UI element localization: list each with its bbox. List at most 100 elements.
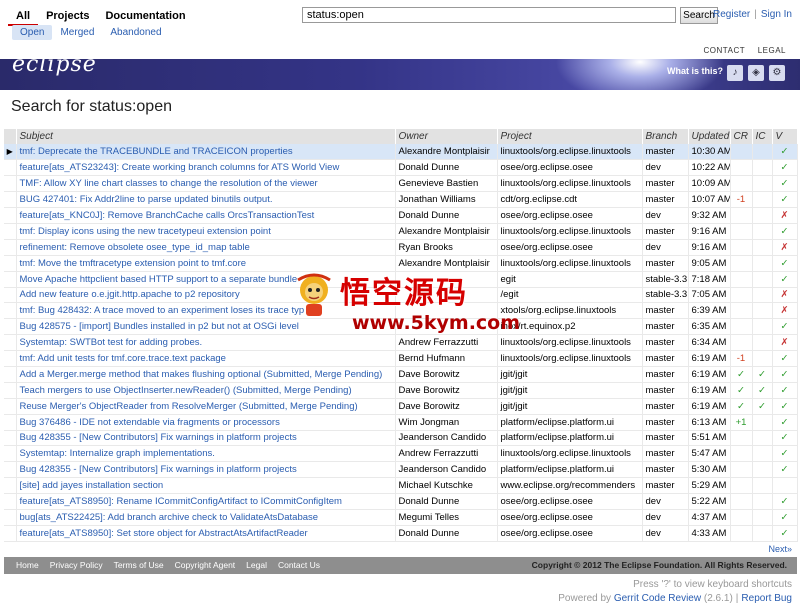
- tab-abandoned[interactable]: Abandoned: [102, 25, 169, 40]
- subject-cell[interactable]: Bug 428355 - [New Contributors] Fix warn…: [16, 430, 396, 447]
- tab-merged[interactable]: Merged: [52, 25, 102, 40]
- subject-cell[interactable]: feature[ats_ATS8950]: Set store object f…: [16, 525, 396, 542]
- owner-cell[interactable]: Ryan Brooks: [395, 239, 498, 256]
- tab-documentation[interactable]: Documentation: [97, 8, 193, 26]
- tab-projects[interactable]: Projects: [38, 8, 97, 26]
- footer-link-contact[interactable]: Contact Us: [278, 560, 320, 570]
- gear-icon[interactable]: ⚙: [769, 65, 785, 81]
- report-bug-link[interactable]: Report Bug: [741, 593, 792, 604]
- owner-cell[interactable]: Wim Jongman: [395, 414, 498, 431]
- project-cell[interactable]: osee/org.eclipse.osee: [497, 239, 643, 256]
- table-row[interactable]: feature[ats_ATS8950]: Set store object f…: [4, 525, 798, 542]
- subject-cell[interactable]: feature[ats_ATS23243]: Create working br…: [16, 159, 396, 177]
- owner-cell[interactable]: Bernd Hufmann: [395, 350, 498, 367]
- subject-cell[interactable]: Teach mergers to use ObjectInserter.newR…: [16, 382, 396, 399]
- table-row[interactable]: Bug 428355 - [New Contributors] Fix warn…: [4, 461, 798, 479]
- v-column-header[interactable]: V: [772, 129, 798, 144]
- subject-cell[interactable]: Add a Merger.merge method that makes flu…: [16, 366, 396, 383]
- table-row[interactable]: feature[ats_KNC0J]: Remove BranchCache c…: [4, 207, 798, 224]
- owner-cell[interactable]: Donald Dunne: [395, 159, 498, 177]
- ic-column-header[interactable]: IC: [752, 129, 773, 144]
- project-cell[interactable]: jgit/jgit: [497, 366, 643, 383]
- contact-link[interactable]: CONTACT: [704, 46, 745, 55]
- gerrit-link[interactable]: Gerrit Code Review: [614, 593, 701, 604]
- table-row[interactable]: ▶ tmf: Deprecate the TRACEBUNDLE and TRAC…: [4, 144, 798, 161]
- project-cell[interactable]: osee/org.eclipse.osee: [497, 525, 643, 542]
- table-row[interactable]: BUG 427401: Fix Addr2line to parse updat…: [4, 191, 798, 209]
- footer-link-copyright-agent[interactable]: Copyright Agent: [175, 560, 235, 570]
- project-cell[interactable]: linuxtools/org.eclipse.linuxtools: [497, 350, 643, 367]
- project-cell[interactable]: linuxtools/org.eclipse.linuxtools: [497, 255, 643, 272]
- project-cell[interactable]: www.eclipse.org/recommenders: [497, 477, 643, 495]
- project-cell[interactable]: platform/eclipse.platform.ui: [497, 430, 643, 447]
- table-row[interactable]: TMF: Allow XY line chart classes to chan…: [4, 175, 798, 193]
- project-cell[interactable]: cdt/org.eclipse.cdt: [497, 191, 643, 209]
- footer-link-legal[interactable]: Legal: [246, 560, 267, 570]
- project-cell[interactable]: osee/org.eclipse.osee: [497, 207, 643, 224]
- table-row[interactable]: [site] add jayes installation section Mic…: [4, 477, 798, 495]
- owner-cell[interactable]: Dave Borowitz: [395, 382, 498, 399]
- owner-cell[interactable]: Michael Kutschke: [395, 477, 498, 495]
- project-cell[interactable]: /egit: [497, 287, 643, 304]
- project-cell[interactable]: platform/eclipse.platform.ui: [497, 461, 643, 479]
- table-row[interactable]: feature[ats_ATS23243]: Create working br…: [4, 159, 798, 177]
- subject-cell[interactable]: Bug 376486 - IDE not extendable via frag…: [16, 414, 396, 431]
- table-row[interactable]: bug[ats_ATS22425]: Add branch archive ch…: [4, 509, 798, 526]
- owner-cell[interactable]: Donald Dunne: [395, 207, 498, 224]
- subject-cell[interactable]: refinement: Remove obsolete osee_type_id…: [16, 239, 396, 256]
- owner-cell[interactable]: Dave Borowitz: [395, 366, 498, 383]
- sign-in-link[interactable]: Sign In: [761, 9, 792, 20]
- subject-cell[interactable]: tmf: Deprecate the TRACEBUNDLE and TRACE…: [16, 144, 396, 161]
- project-cell[interactable]: jgit/jgit: [497, 398, 643, 415]
- project-cell[interactable]: linuxtools/org.eclipse.linuxtools: [497, 445, 643, 463]
- owner-cell[interactable]: Megumi Telles: [395, 509, 498, 526]
- subject-column-header[interactable]: Subject: [16, 129, 396, 144]
- project-cell[interactable]: linuxtools/org.eclipse.linuxtools: [497, 223, 643, 240]
- footer-link-home[interactable]: Home: [16, 560, 39, 570]
- tab-open[interactable]: Open: [12, 25, 53, 40]
- search-input[interactable]: [302, 7, 676, 23]
- subject-cell[interactable]: Reuse Merger's ObjectReader from Resolve…: [16, 398, 396, 415]
- footer-link-privacy[interactable]: Privacy Policy: [50, 560, 103, 570]
- cr-column-header[interactable]: CR: [730, 129, 753, 144]
- owner-cell[interactable]: Alexandre Montplaisir: [395, 223, 498, 240]
- owner-cell[interactable]: Andrew Ferrazzutti: [395, 445, 498, 463]
- subject-cell[interactable]: feature[ats_ATS8950]: Rename ICommitConf…: [16, 493, 396, 510]
- owner-cell[interactable]: Alexandre Montplaisir: [395, 144, 498, 161]
- project-cell[interactable]: platform/eclipse.platform.ui: [497, 414, 643, 431]
- table-row[interactable]: Systemtap: Internalize graph implementat…: [4, 445, 798, 463]
- project-cell[interactable]: linuxtools/org.eclipse.linuxtools: [497, 175, 643, 193]
- table-row[interactable]: Teach mergers to use ObjectInserter.newR…: [4, 382, 798, 399]
- table-row[interactable]: Add a Merger.merge method that makes flu…: [4, 366, 798, 383]
- project-cell[interactable]: linuxtools/org.eclipse.linuxtools: [497, 334, 643, 352]
- footer-link-terms[interactable]: Terms of Use: [114, 560, 164, 570]
- owner-cell[interactable]: Donald Dunne: [395, 525, 498, 542]
- eclipse-logo[interactable]: eclipse: [12, 52, 97, 77]
- project-cell[interactable]: linuxtools/org.eclipse.linuxtools: [497, 144, 643, 161]
- subject-cell[interactable]: TMF: Allow XY line chart classes to chan…: [16, 175, 396, 193]
- table-row[interactable]: refinement: Remove obsolete osee_type_id…: [4, 239, 798, 256]
- subject-cell[interactable]: bug[ats_ATS22425]: Add branch archive ch…: [16, 509, 396, 526]
- project-cell[interactable]: jgit/jgit: [497, 382, 643, 399]
- project-column-header[interactable]: Project: [497, 129, 643, 144]
- project-cell[interactable]: osee/org.eclipse.osee: [497, 159, 643, 177]
- table-row[interactable]: Reuse Merger's ObjectReader from Resolve…: [4, 398, 798, 415]
- legal-link[interactable]: LEGAL: [758, 46, 786, 55]
- project-cell[interactable]: egit: [497, 271, 643, 288]
- table-row[interactable]: feature[ats_ATS8950]: Rename ICommitConf…: [4, 493, 798, 510]
- tab-all[interactable]: All: [8, 8, 39, 26]
- table-row[interactable]: Bug 428355 - [New Contributors] Fix warn…: [4, 430, 798, 447]
- table-row[interactable]: tmf: Display icons using the new tracety…: [4, 223, 798, 240]
- register-link[interactable]: Register: [713, 9, 750, 20]
- subject-cell[interactable]: BUG 427401: Fix Addr2line to parse updat…: [16, 191, 396, 209]
- owner-cell[interactable]: Genevieve Bastien: [395, 175, 498, 193]
- puzzle-icon[interactable]: ◈: [748, 65, 764, 81]
- project-cell[interactable]: osee/org.eclipse.osee: [497, 493, 643, 510]
- owner-column-header[interactable]: Owner: [395, 129, 498, 144]
- next-page-link[interactable]: Next»: [768, 544, 792, 554]
- subject-cell[interactable]: tmf: Add unit tests for tmf.core.trace.t…: [16, 350, 396, 367]
- owner-cell[interactable]: Jonathan Williams: [395, 191, 498, 209]
- subject-cell[interactable]: Bug 428355 - [New Contributors] Fix warn…: [16, 461, 396, 479]
- owner-cell[interactable]: Dave Borowitz: [395, 398, 498, 415]
- updated-column-header[interactable]: Updated: [688, 129, 731, 144]
